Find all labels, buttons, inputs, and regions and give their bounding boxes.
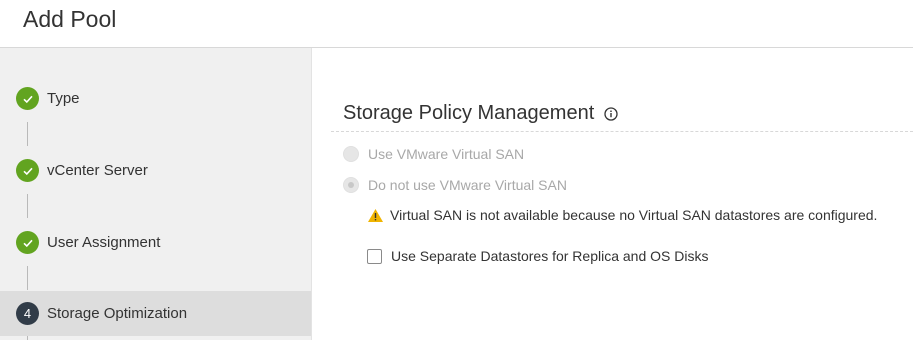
step-connector: [27, 336, 28, 340]
radio-label: Do not use VMware Virtual SAN: [368, 177, 567, 193]
section-title-text: Storage Policy Management: [343, 102, 595, 124]
check-icon: [16, 159, 39, 182]
section-divider: [331, 131, 913, 132]
radio-do-not-use-vsan[interactable]: Do not use VMware Virtual SAN: [343, 177, 567, 193]
step-label: vCenter Server: [47, 162, 148, 179]
step-connector: [27, 266, 28, 290]
radio-button[interactable]: [343, 146, 359, 162]
vsan-warning: Virtual SAN is not available because no …: [367, 207, 877, 223]
info-icon[interactable]: [604, 106, 618, 121]
radio-button[interactable]: [343, 177, 359, 193]
radio-label: Use VMware Virtual SAN: [368, 146, 525, 162]
step-label: User Assignment: [47, 234, 161, 251]
step-label: Type: [47, 90, 80, 107]
separate-datastores-checkbox[interactable]: [367, 248, 382, 264]
check-icon: [16, 231, 39, 254]
step-storage-optimization[interactable]: 4 Storage Optimization: [0, 291, 311, 336]
step-number-badge: 4: [16, 302, 39, 325]
radio-use-vsan[interactable]: Use VMware Virtual SAN: [343, 146, 524, 162]
separate-datastores-option[interactable]: Use Separate Datastores for Replica and …: [367, 248, 708, 264]
page-header: Add Pool: [0, 0, 913, 48]
checkbox-label: Use Separate Datastores for Replica and …: [391, 248, 709, 264]
wizard-steps-sidebar: Type vCenter Server User Assignment 4 St…: [0, 48, 312, 340]
check-icon: [16, 87, 39, 110]
step-label: Storage Optimization: [47, 305, 188, 322]
warning-text: Virtual SAN is not available because no …: [390, 207, 878, 223]
step-user-assignment[interactable]: User Assignment: [0, 220, 311, 265]
step-type[interactable]: Type: [0, 76, 311, 121]
step-vcenter-server[interactable]: vCenter Server: [0, 148, 311, 193]
warning-icon: [368, 208, 383, 222]
main-content: Storage Policy Management Use VMware Vir…: [312, 48, 913, 340]
section-title: Storage Policy Management: [343, 102, 618, 125]
page-title: Add Pool: [23, 6, 117, 32]
step-connector: [27, 122, 28, 146]
step-connector: [27, 194, 28, 218]
